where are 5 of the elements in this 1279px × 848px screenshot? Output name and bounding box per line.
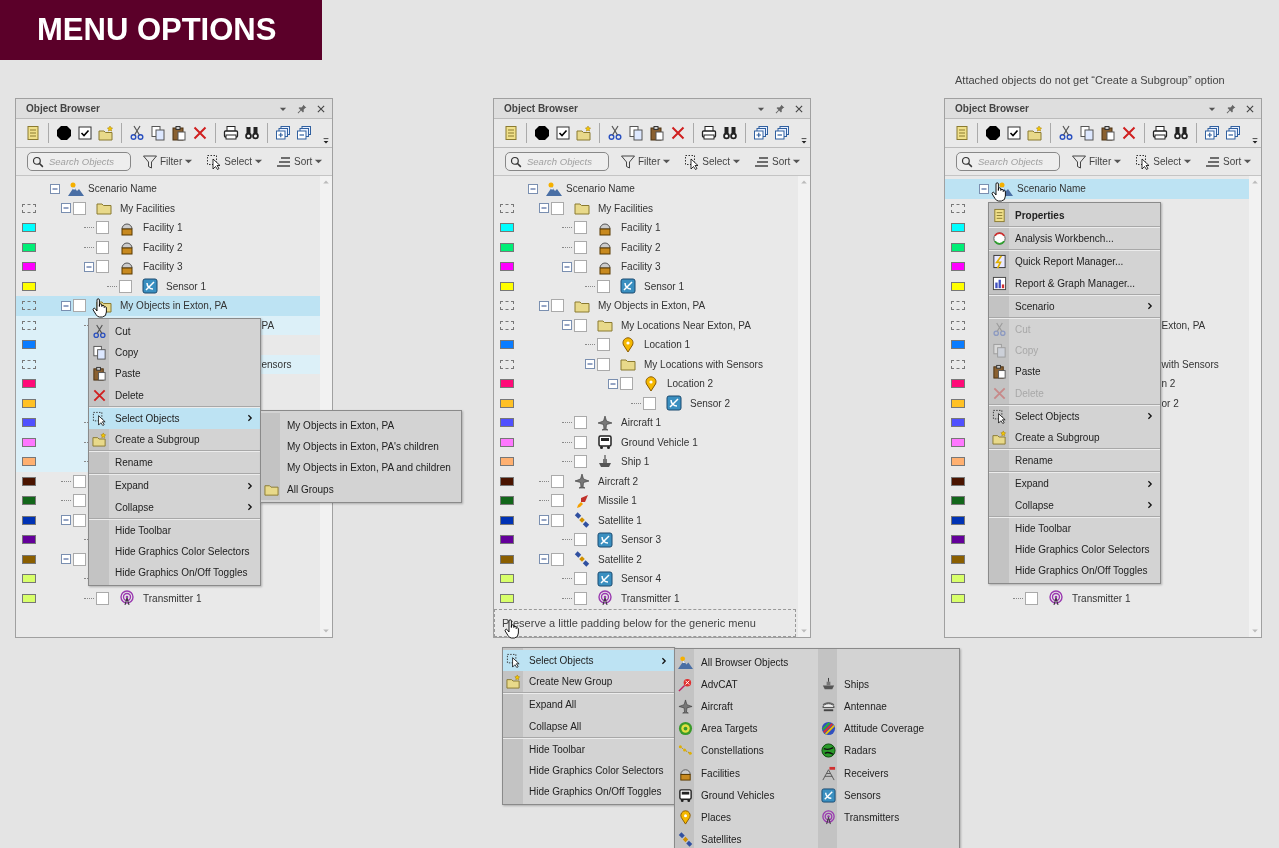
page-title: MENU OPTIONS <box>37 12 277 48</box>
panel-title: Object Browser <box>955 103 1030 114</box>
note-text: Attached objects do not get “Create a Subgroup” option <box>955 73 1226 88</box>
panel-title: Object Browser <box>504 103 579 114</box>
panel-title: Object Browser <box>26 103 101 114</box>
